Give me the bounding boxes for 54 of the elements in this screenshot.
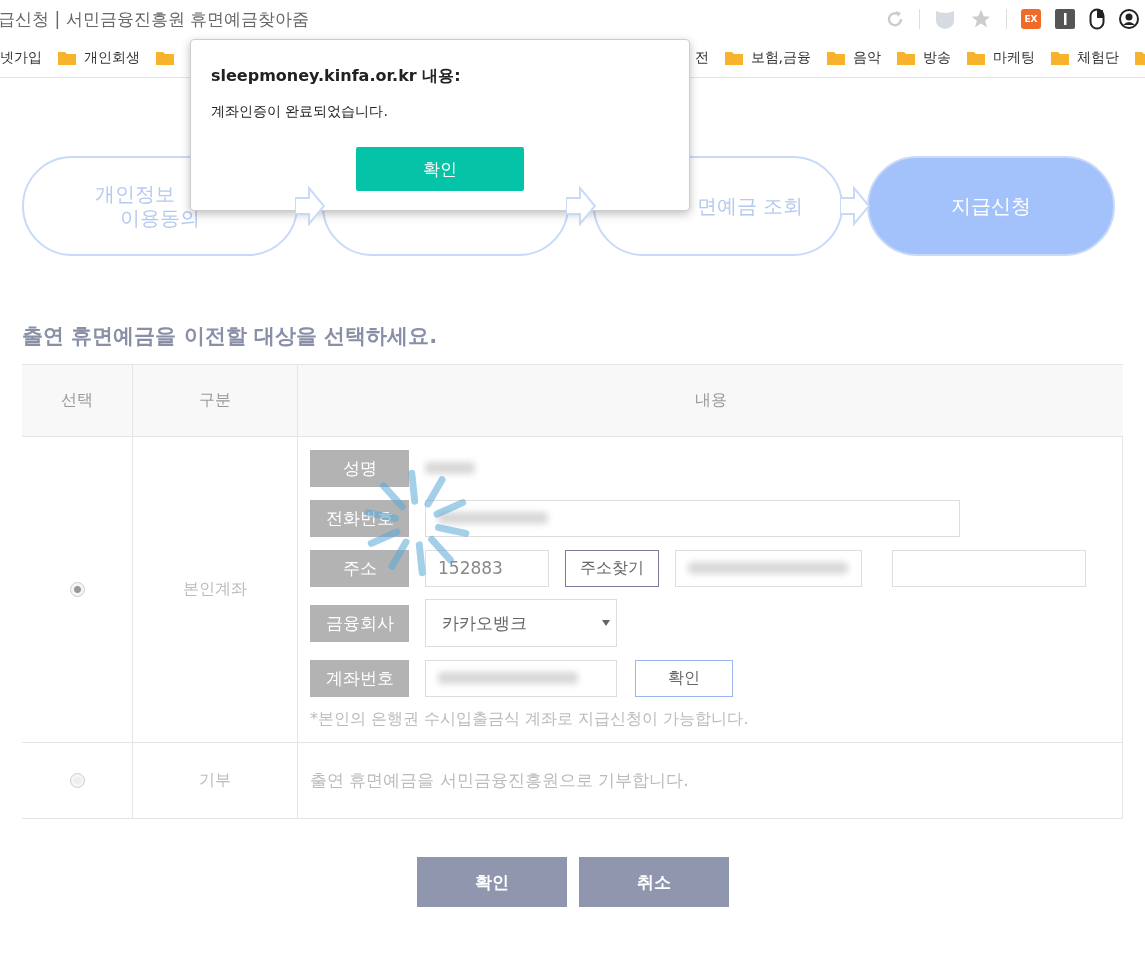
account-field[interactable] — [425, 659, 617, 697]
column-header: 내용 — [693, 389, 728, 411]
folder-icon — [156, 50, 174, 65]
shield-icon[interactable] — [934, 8, 956, 30]
bookmark-item[interactable] — [156, 50, 174, 65]
bookmark-item[interactable]: 개인회생 — [58, 48, 140, 67]
step-label: 지급신청 — [951, 194, 1031, 218]
section-heading: 출연 휴면예금을 이전할 대상을 선택하세요. — [22, 323, 439, 350]
extension-icon[interactable] — [1055, 9, 1075, 29]
bookmark-item[interactable]: 넷가입 — [0, 48, 42, 67]
tab-title: 급신청 | 서민금융진흥원 휴면예금찾아줌 — [0, 7, 309, 31]
folder-icon — [967, 50, 985, 65]
address-field[interactable] — [675, 549, 862, 587]
bookmark-item[interactable]: 체험단 — [1051, 48, 1119, 67]
radio-button[interactable] — [69, 773, 85, 788]
field-label: 전화번호 — [310, 499, 409, 537]
folder-icon — [1051, 50, 1069, 65]
table-cell: 출연 휴면예금을 서민금융진흥원으로 기부합니다. — [298, 743, 1123, 818]
bookmark-item[interactable]: 마케팅 — [967, 48, 1035, 67]
folder-icon — [897, 50, 915, 65]
column-header: 선택 — [22, 365, 133, 436]
table-cell: 기부 — [133, 743, 298, 818]
note-text: *본인의 은행권 수시입출금식 계좌로 지급신청이 가능합니다. — [310, 709, 750, 730]
folder-icon — [58, 50, 76, 65]
dropdown-icon — [602, 620, 610, 626]
radio-button[interactable] — [69, 582, 85, 597]
address-search-button[interactable]: 주소찾기 — [565, 549, 659, 587]
column-header: 구분 — [133, 365, 298, 436]
mouse-icon[interactable] — [1089, 8, 1105, 30]
bookmark-item[interactable]: 전 — [694, 48, 709, 67]
avatar-icon[interactable] — [1119, 9, 1139, 29]
field-label: 계좌번호 — [310, 659, 409, 697]
step-label: 이용동의 — [120, 206, 200, 230]
bookmark-item[interactable]: 방송 — [897, 48, 951, 67]
blurred-value — [425, 462, 475, 474]
field-label: 성명 — [310, 449, 409, 487]
table-cell: 본인계좌 — [133, 437, 298, 742]
step-label: 면예금 조회 — [696, 194, 803, 218]
star-icon[interactable] — [970, 8, 992, 30]
field-label: 금융회사 — [310, 604, 409, 642]
bank-select[interactable]: 카카오뱅크 — [425, 599, 617, 647]
phone-field[interactable] — [425, 499, 960, 537]
dialog-title: sleepmoney.kinfa.or.kr 내용: — [211, 66, 462, 87]
bookmark-item[interactable]: 음악 — [827, 48, 881, 67]
folder-icon — [724, 50, 743, 65]
reload-icon[interactable] — [885, 9, 905, 29]
dialog-message: 계좌인증이 완료되었습니다. — [211, 103, 389, 121]
step-label: 개인정보 — [95, 182, 175, 206]
field-label: 주소 — [310, 549, 409, 587]
address-detail-field[interactable] — [892, 549, 1086, 587]
folder-icon — [827, 50, 845, 65]
zip-field[interactable]: 152883 — [425, 549, 549, 587]
verify-button[interactable]: 확인 — [635, 659, 733, 697]
bookmark-item[interactable]: 보험,금융 — [724, 48, 811, 67]
